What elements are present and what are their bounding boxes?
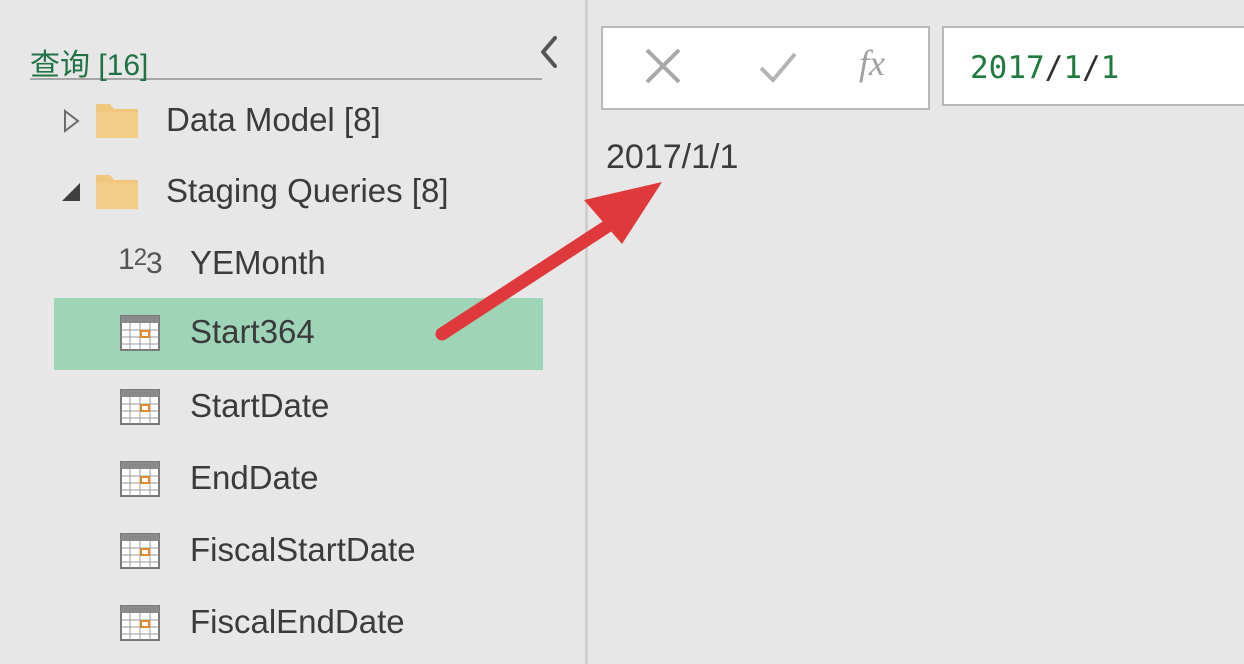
folder-icon bbox=[96, 175, 138, 209]
query-label: StartDate bbox=[190, 387, 330, 424]
pane-splitter[interactable] bbox=[585, 0, 588, 664]
insert-function-button[interactable]: fx bbox=[859, 42, 885, 84]
group-staging-queries[interactable]: Staging Queries [8] bbox=[54, 157, 543, 229]
formula-text[interactable]: 2017/1/1 bbox=[970, 50, 1119, 86]
formula-bar-controls: fx bbox=[601, 26, 930, 110]
expand-caret-icon[interactable] bbox=[56, 106, 86, 136]
query-result-value: 2017/1/1 bbox=[606, 138, 739, 176]
group-label: Staging Queries [8] bbox=[166, 172, 449, 209]
queries-pane-title: 查询 [16] bbox=[30, 49, 149, 82]
queries-pane: 查询 [16] Data Model [8] Staging Queries [… bbox=[0, 0, 585, 664]
formula-number: 2017 bbox=[970, 50, 1045, 86]
query-label: EndDate bbox=[190, 459, 319, 496]
queries-pane-header: 查询 [16] bbox=[30, 38, 542, 82]
table-icon bbox=[120, 389, 160, 425]
chevron-left-icon bbox=[541, 36, 557, 68]
commit-formula-button[interactable] bbox=[749, 40, 809, 96]
formula-number: 1 bbox=[1100, 50, 1120, 86]
close-icon bbox=[645, 48, 681, 84]
group-label: Data Model [8] bbox=[166, 101, 381, 138]
table-icon bbox=[120, 315, 160, 351]
collapse-caret-icon[interactable] bbox=[56, 177, 86, 207]
query-label: FiscalEndDate bbox=[190, 603, 405, 640]
cancel-formula-button[interactable] bbox=[633, 40, 693, 96]
table-icon bbox=[120, 533, 160, 569]
folder-icon bbox=[96, 104, 138, 138]
query-label: YEMonth bbox=[190, 244, 326, 281]
table-icon bbox=[120, 461, 160, 497]
query-item-start364[interactable]: Start364 bbox=[54, 298, 543, 370]
collapse-pane-button[interactable] bbox=[537, 34, 563, 70]
power-query-editor: 查询 [16] Data Model [8] Staging Queries [… bbox=[0, 0, 1244, 664]
formula-operator: / bbox=[1082, 50, 1101, 86]
query-label: FiscalStartDate bbox=[190, 531, 416, 568]
query-item-startdate[interactable]: StartDate bbox=[54, 372, 543, 444]
query-item-fiscalenddate[interactable]: FiscalEndDate bbox=[54, 588, 543, 660]
table-icon bbox=[120, 605, 160, 641]
group-data-model[interactable]: Data Model [8] bbox=[54, 86, 543, 158]
checkmark-icon bbox=[759, 52, 797, 83]
formula-operator: / bbox=[1044, 50, 1064, 86]
formula-number: 1 bbox=[1063, 50, 1082, 86]
query-item-yemonth[interactable]: 123 YEMonth bbox=[54, 229, 543, 301]
query-label: Start364 bbox=[190, 313, 315, 350]
query-item-fiscalstartdate[interactable]: FiscalStartDate bbox=[54, 516, 543, 588]
query-item-enddate[interactable]: EndDate bbox=[54, 444, 543, 516]
number-type-icon: 123 bbox=[118, 243, 163, 280]
formula-input[interactable]: 2017/1/1 bbox=[942, 26, 1244, 106]
